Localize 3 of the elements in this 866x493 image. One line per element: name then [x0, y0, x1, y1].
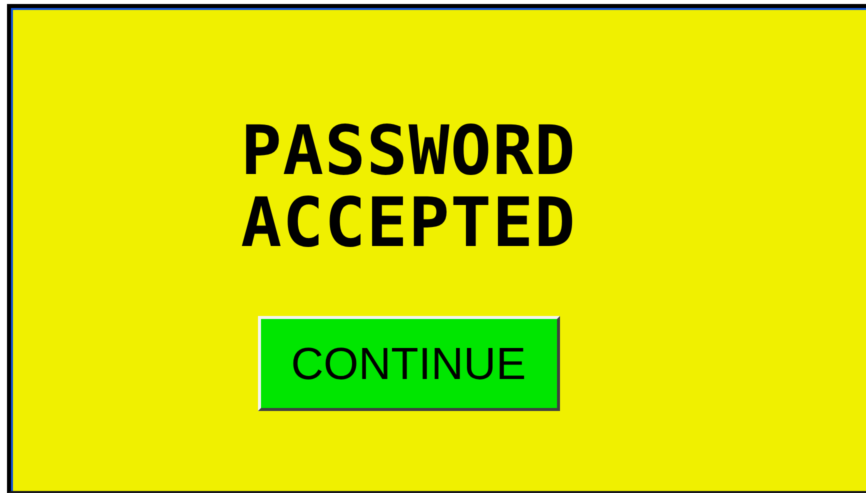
status-message: PASSWORD: [240, 116, 576, 188]
status-message: ACCEPTED: [240, 188, 576, 260]
continue-button[interactable]: CONTINUE: [258, 316, 560, 411]
